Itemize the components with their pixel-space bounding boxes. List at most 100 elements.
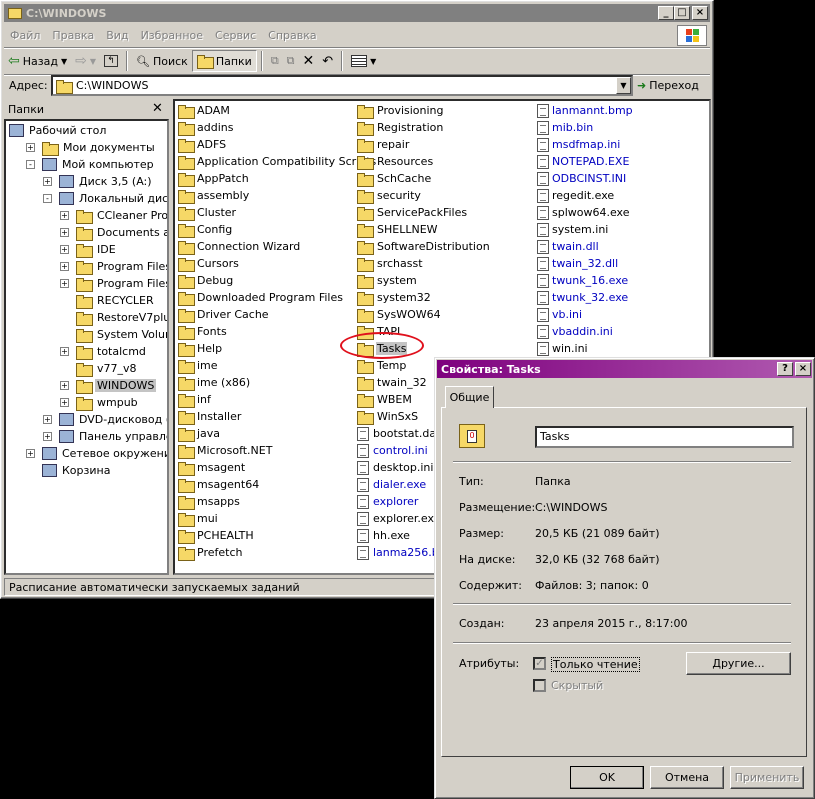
close-button[interactable]: × xyxy=(692,6,708,20)
close-pane-icon[interactable]: ✕ xyxy=(152,101,163,116)
list-item[interactable]: assembly xyxy=(178,187,249,204)
list-item[interactable]: security xyxy=(357,187,422,204)
address-dropdown-button[interactable]: ▼ xyxy=(616,77,631,94)
menu-item[interactable]: Вид xyxy=(100,29,134,42)
menu-item[interactable]: Справка xyxy=(262,29,322,42)
other-attributes-button[interactable]: Другие... xyxy=(686,652,791,675)
tab-general[interactable]: Общие xyxy=(445,386,494,408)
expand-toggle-icon[interactable]: + xyxy=(60,228,69,237)
views-button[interactable]: ▼ xyxy=(347,50,380,72)
expand-toggle-icon[interactable]: + xyxy=(60,211,69,220)
go-button[interactable]: ➜ Переход xyxy=(637,75,699,96)
list-item[interactable]: Temp xyxy=(357,357,407,374)
list-item[interactable]: twain.dll xyxy=(537,238,599,255)
list-item[interactable]: Provisioning xyxy=(357,102,445,119)
list-item[interactable]: control.ini xyxy=(357,442,429,459)
list-item[interactable]: NOTEPAD.EXE xyxy=(537,153,629,170)
list-item[interactable]: Registration xyxy=(357,119,444,136)
list-item[interactable]: twain_32 xyxy=(357,374,428,391)
tree-item[interactable]: + WINDOWS xyxy=(60,377,157,394)
list-item[interactable]: lanmannt.bmp xyxy=(537,102,633,119)
dialog-title-bar[interactable]: Свойства: Tasks ? × xyxy=(437,360,812,378)
list-item[interactable]: win.ini xyxy=(537,340,588,357)
list-item[interactable]: system xyxy=(357,272,418,289)
expand-toggle-icon[interactable]: + xyxy=(60,245,69,254)
list-item[interactable]: msagent64 xyxy=(178,476,259,493)
list-item[interactable]: repair xyxy=(357,136,410,153)
expand-toggle-icon[interactable]: + xyxy=(26,449,35,458)
list-item[interactable]: regedit.exe xyxy=(537,187,614,204)
hidden-checkbox[interactable] xyxy=(533,679,546,692)
list-item[interactable]: WBEM xyxy=(357,391,413,408)
folders-button[interactable]: Папки xyxy=(191,50,257,72)
list-item[interactable]: Cluster xyxy=(178,204,236,221)
list-item[interactable]: Cursors xyxy=(178,255,239,272)
menu-item[interactable]: Файл xyxy=(4,29,46,42)
list-item[interactable]: splwow64.exe xyxy=(537,204,630,221)
tree-item[interactable]: + Панель управления xyxy=(43,428,167,445)
tree-item[interactable]: + Program Files xyxy=(60,258,167,275)
list-item[interactable]: vb.ini xyxy=(537,306,582,323)
list-item[interactable]: twunk_16.exe xyxy=(537,272,628,289)
list-item[interactable]: SysWOW64 xyxy=(357,306,442,323)
list-item[interactable]: dialer.exe xyxy=(357,476,427,493)
tree-item[interactable]: v77_v8 xyxy=(60,360,139,377)
list-item[interactable]: ADFS xyxy=(178,136,226,153)
cancel-button[interactable]: Отмена xyxy=(650,766,724,789)
tree-item[interactable]: - Локальный диск (C: xyxy=(43,190,167,207)
delete-button[interactable]: ✕ xyxy=(299,50,319,72)
list-item[interactable]: WinSxS xyxy=(357,408,419,425)
expand-toggle-icon[interactable]: + xyxy=(43,177,52,186)
list-item[interactable]: mib.bin xyxy=(537,119,593,136)
up-folder-button[interactable]: ↰ xyxy=(100,50,122,72)
list-item[interactable]: twain_32.dll xyxy=(537,255,618,272)
readonly-checkbox[interactable]: ✓ xyxy=(533,657,546,670)
list-item[interactable]: ServicePackFiles xyxy=(357,204,468,221)
tree-item[interactable]: Рабочий стол xyxy=(9,122,108,139)
forward-button[interactable]: ⇨ ▼ xyxy=(71,50,100,72)
list-item[interactable]: Connection Wizard xyxy=(178,238,300,255)
list-item[interactable]: Installer xyxy=(178,408,241,425)
list-item[interactable]: msdfmap.ini xyxy=(537,136,620,153)
list-item[interactable]: Driver Cache xyxy=(178,306,269,323)
maximize-button[interactable]: □ xyxy=(674,6,690,20)
list-item[interactable]: twunk_32.exe xyxy=(537,289,628,306)
undo-button[interactable]: ↶ xyxy=(318,50,337,72)
dialog-close-button[interactable]: × xyxy=(795,362,811,376)
tree-item[interactable]: + Documents and S xyxy=(60,224,167,241)
list-item[interactable]: srchasst xyxy=(357,255,424,272)
expand-toggle-icon[interactable]: - xyxy=(43,194,52,203)
tree-item[interactable]: + Program Files (x8 xyxy=(60,275,167,292)
dropdown-arrow-icon[interactable]: ▼ xyxy=(61,57,67,66)
list-item[interactable]: msapps xyxy=(178,493,240,510)
ok-button[interactable]: OK xyxy=(570,766,644,789)
list-item[interactable]: inf xyxy=(178,391,211,408)
list-item[interactable]: ODBCINST.INI xyxy=(537,170,626,187)
expand-toggle-icon[interactable]: + xyxy=(60,279,69,288)
list-item[interactable]: mui xyxy=(178,510,218,527)
list-item[interactable]: SchCache xyxy=(357,170,432,187)
expand-toggle-icon[interactable]: + xyxy=(43,415,52,424)
tree-item[interactable]: + Сетевое окружение xyxy=(26,445,167,462)
readonly-label[interactable]: Только чтение xyxy=(551,657,640,672)
help-button[interactable]: ? xyxy=(777,362,793,376)
tree-item[interactable]: System Volume In xyxy=(60,326,167,343)
back-button[interactable]: ⇦ Назад ▼ xyxy=(4,50,71,72)
tree-item[interactable]: + Мои документы xyxy=(26,139,157,156)
expand-toggle-icon[interactable]: + xyxy=(60,262,69,271)
list-item[interactable]: Config xyxy=(178,221,232,238)
list-item[interactable]: java xyxy=(178,425,220,442)
tree-item[interactable]: + Диск 3,5 (A:) xyxy=(43,173,154,190)
address-field[interactable]: C:\WINDOWS ▼ xyxy=(51,75,633,96)
list-item[interactable]: Fonts xyxy=(178,323,227,340)
copy-to-button[interactable]: ⧉ xyxy=(283,50,299,72)
tree-item[interactable]: - Мой компьютер xyxy=(26,156,156,173)
tree-item[interactable]: + CCleaner Profess xyxy=(60,207,167,224)
folder-name-input[interactable]: Tasks xyxy=(535,426,794,448)
list-item[interactable]: AppPatch xyxy=(178,170,249,187)
list-item[interactable]: SoftwareDistribution xyxy=(357,238,491,255)
list-item[interactable]: Help xyxy=(178,340,222,357)
expand-toggle-icon[interactable]: + xyxy=(60,347,69,356)
list-item[interactable]: Prefetch xyxy=(178,544,242,561)
tree-item[interactable]: + totalcmd xyxy=(60,343,148,360)
